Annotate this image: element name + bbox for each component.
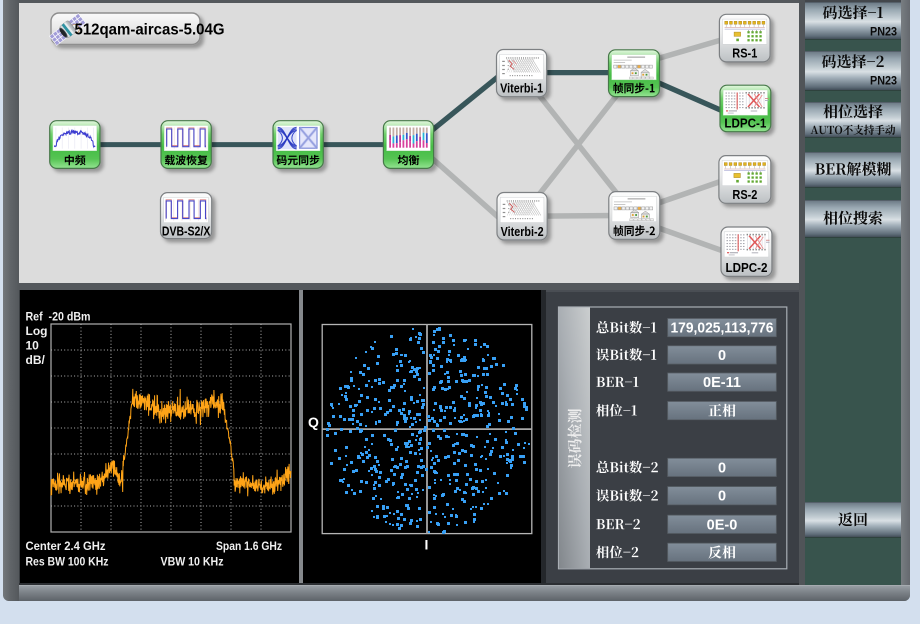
svg-text:RS-2: RS-2 bbox=[732, 187, 757, 202]
svg-text:PN23: PN23 bbox=[870, 74, 897, 88]
svg-text:Q: Q bbox=[308, 414, 319, 430]
svg-text:Res BW 100 KHz: Res BW 100 KHz bbox=[26, 555, 109, 569]
svg-text:dB/: dB/ bbox=[26, 353, 46, 367]
svg-text:10: 10 bbox=[26, 339, 40, 353]
svg-text:Center 2.4 GHz: Center 2.4 GHz bbox=[26, 539, 106, 553]
svg-text:0E-11: 0E-11 bbox=[703, 375, 741, 391]
svg-text:512qam-aircas-5.04G: 512qam-aircas-5.04G bbox=[75, 22, 225, 39]
svg-text:0: 0 bbox=[718, 489, 726, 505]
svg-text:Viterbi-1: Viterbi-1 bbox=[500, 81, 543, 96]
svg-text:0: 0 bbox=[718, 348, 726, 364]
svg-text:Span 1.6 GHz: Span 1.6 GHz bbox=[216, 539, 282, 553]
svg-text:PN23: PN23 bbox=[870, 25, 897, 39]
svg-text:LDPC-2: LDPC-2 bbox=[726, 260, 768, 275]
svg-text:Log: Log bbox=[26, 324, 48, 338]
svg-text:VBW 10 KHz: VBW 10 KHz bbox=[161, 555, 224, 569]
svg-text:0: 0 bbox=[718, 460, 726, 476]
svg-text:Ref -20 dBm: Ref -20 dBm bbox=[26, 310, 91, 324]
svg-text:RS-1: RS-1 bbox=[732, 46, 757, 61]
svg-text:Viterbi-2: Viterbi-2 bbox=[501, 224, 544, 239]
svg-text:179,025,113,776: 179,025,113,776 bbox=[671, 321, 774, 337]
svg-text:LDPC-1: LDPC-1 bbox=[724, 116, 766, 131]
svg-text:0E-0: 0E-0 bbox=[707, 517, 738, 533]
svg-text:I: I bbox=[425, 537, 429, 553]
svg-text:DVB-S2/X: DVB-S2/X bbox=[162, 225, 211, 239]
